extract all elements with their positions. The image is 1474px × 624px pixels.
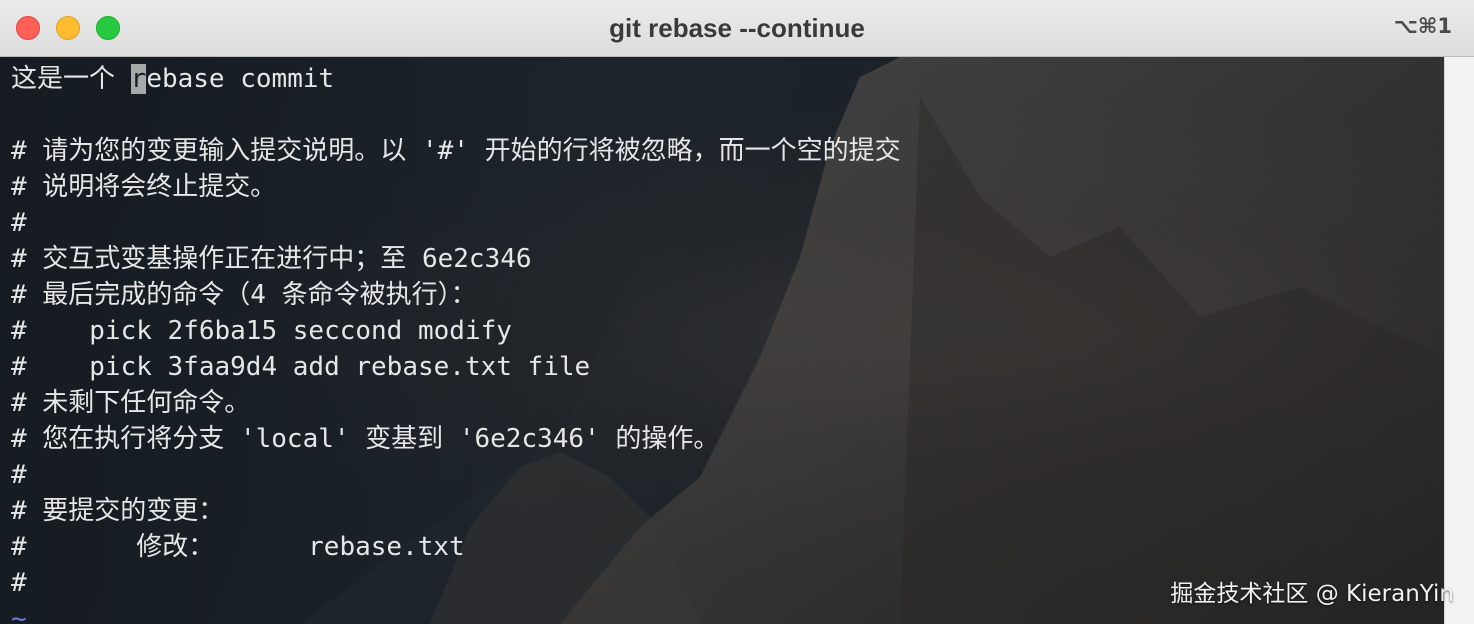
- scrollbar[interactable]: [1444, 57, 1474, 624]
- comment-line: #: [11, 208, 27, 238]
- terminal-content[interactable]: 这是一个 rebase commit # 请为您的变更输入提交说明。以 '#' …: [0, 57, 1444, 624]
- commit-message-line[interactable]: 这是一个 rebase commit: [11, 61, 901, 97]
- window-title: git rebase --continue: [609, 13, 865, 43]
- text-cursor: r: [130, 64, 147, 94]
- comment-line: # pick 2f6ba15 seccond modify: [11, 316, 512, 346]
- terminal-window: git rebase --continue ⌥⌘1 这是一个 rebase co…: [0, 0, 1474, 624]
- comment-line: # 要提交的变更：: [11, 496, 225, 526]
- comment-line: # 未剩下任何命令。: [11, 388, 251, 418]
- comment-line: #: [11, 568, 27, 598]
- commit-message-suffix: ebase commit: [146, 64, 335, 94]
- empty-buffer-tilde: ~: [11, 604, 27, 624]
- title-bar[interactable]: git rebase --continue ⌥⌘1: [0, 0, 1474, 57]
- comment-line: # 请为您的变更输入提交说明。以 '#' 开始的行将被忽略，而一个空的提交: [11, 136, 901, 166]
- comment-line: # 交互式变基操作正在进行中；至 6e2c346: [11, 244, 532, 274]
- comment-line: # pick 3faa9d4 add rebase.txt file: [11, 352, 591, 382]
- comment-line: #: [11, 460, 27, 490]
- comment-line: # 说明将会终止提交。: [11, 172, 277, 202]
- window-shortcut: ⌥⌘1: [1393, 14, 1452, 38]
- commit-message-prefix: 这是一个: [11, 64, 131, 94]
- editor-text[interactable]: 这是一个 rebase commit # 请为您的变更输入提交说明。以 '#' …: [11, 61, 901, 624]
- comment-line: # 您在执行将分支 'local' 变基到 '6e2c346' 的操作。: [11, 424, 720, 454]
- watermark: 掘金技术社区 @ KieranYin: [1170, 581, 1454, 607]
- comment-line: # 修改： rebase.txt: [11, 532, 465, 562]
- comment-line: # 最后完成的命令（4 条命令被执行）：: [11, 280, 477, 310]
